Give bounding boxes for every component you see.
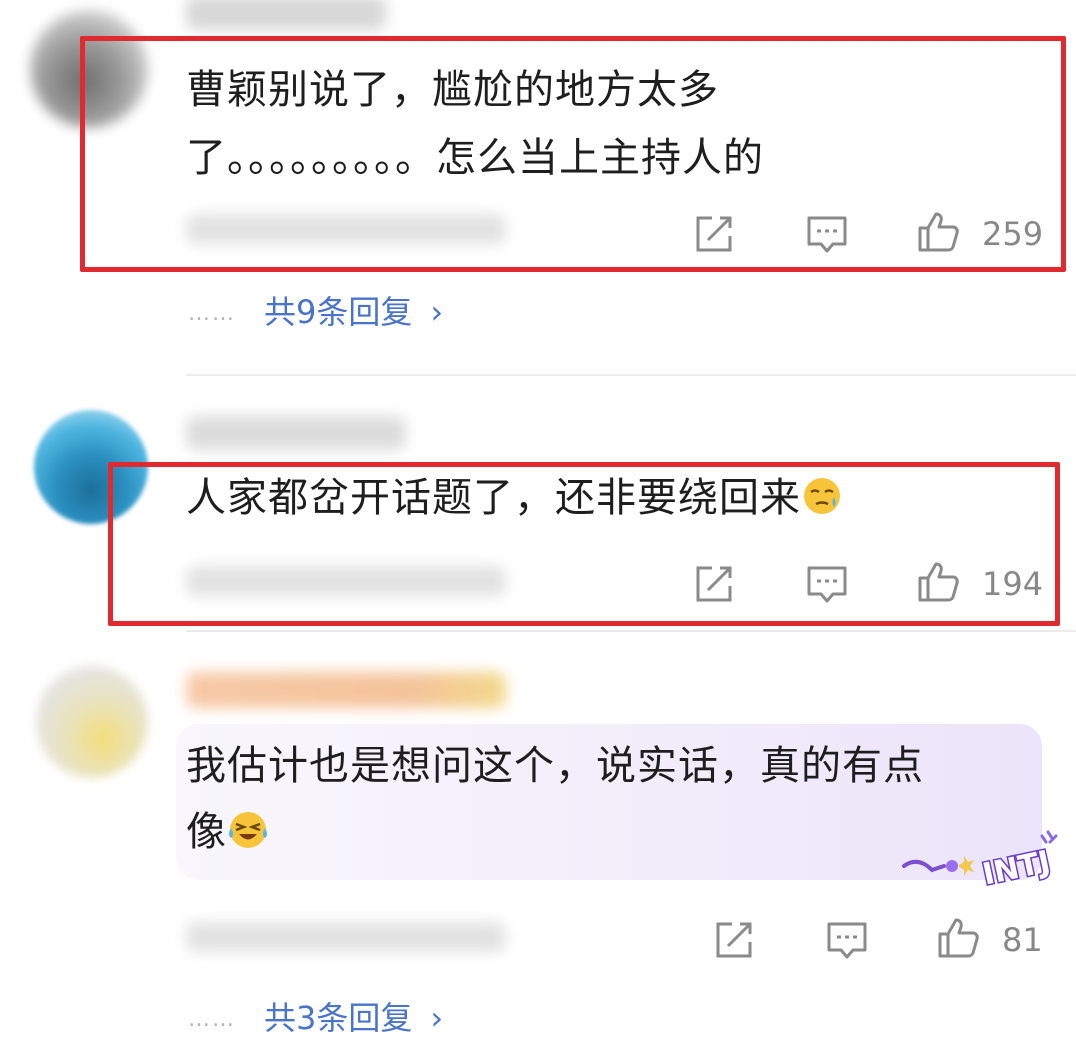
laughing-tears-emoji [229, 812, 267, 848]
intj-badge-icon: INTJ [902, 830, 1058, 890]
comment-text: 像 [186, 798, 269, 866]
username[interactable] [186, 0, 386, 30]
comment-text-content: 像 [186, 809, 227, 855]
highlight-box [80, 36, 1066, 272]
chevron-right-icon: › [430, 999, 444, 1037]
ellipsis-icon: …… [188, 301, 236, 326]
share-icon[interactable] [712, 918, 756, 962]
like-icon[interactable] [936, 916, 980, 960]
replies-label: 共9条回复 [264, 293, 413, 331]
username[interactable] [186, 416, 406, 450]
chevron-right-icon: › [430, 293, 444, 331]
view-replies-link[interactable]: …… 共3条回复 › [188, 994, 443, 1044]
divider [186, 374, 1076, 376]
view-replies-link[interactable]: …… 共9条回复 › [188, 288, 443, 338]
highlight-box [108, 462, 1060, 626]
avatar[interactable] [36, 666, 148, 778]
comment-icon[interactable] [825, 918, 869, 962]
comment-text: 我估计也是想问这个，说实话，真的有点 [186, 743, 924, 789]
divider [186, 630, 1076, 632]
like-count: 81 [1002, 921, 1043, 959]
comment-meta [186, 922, 506, 952]
username[interactable] [186, 672, 506, 708]
ellipsis-icon: …… [188, 1007, 236, 1032]
badge-label: INTJ [980, 844, 1054, 890]
replies-label: 共3条回复 [264, 999, 413, 1037]
